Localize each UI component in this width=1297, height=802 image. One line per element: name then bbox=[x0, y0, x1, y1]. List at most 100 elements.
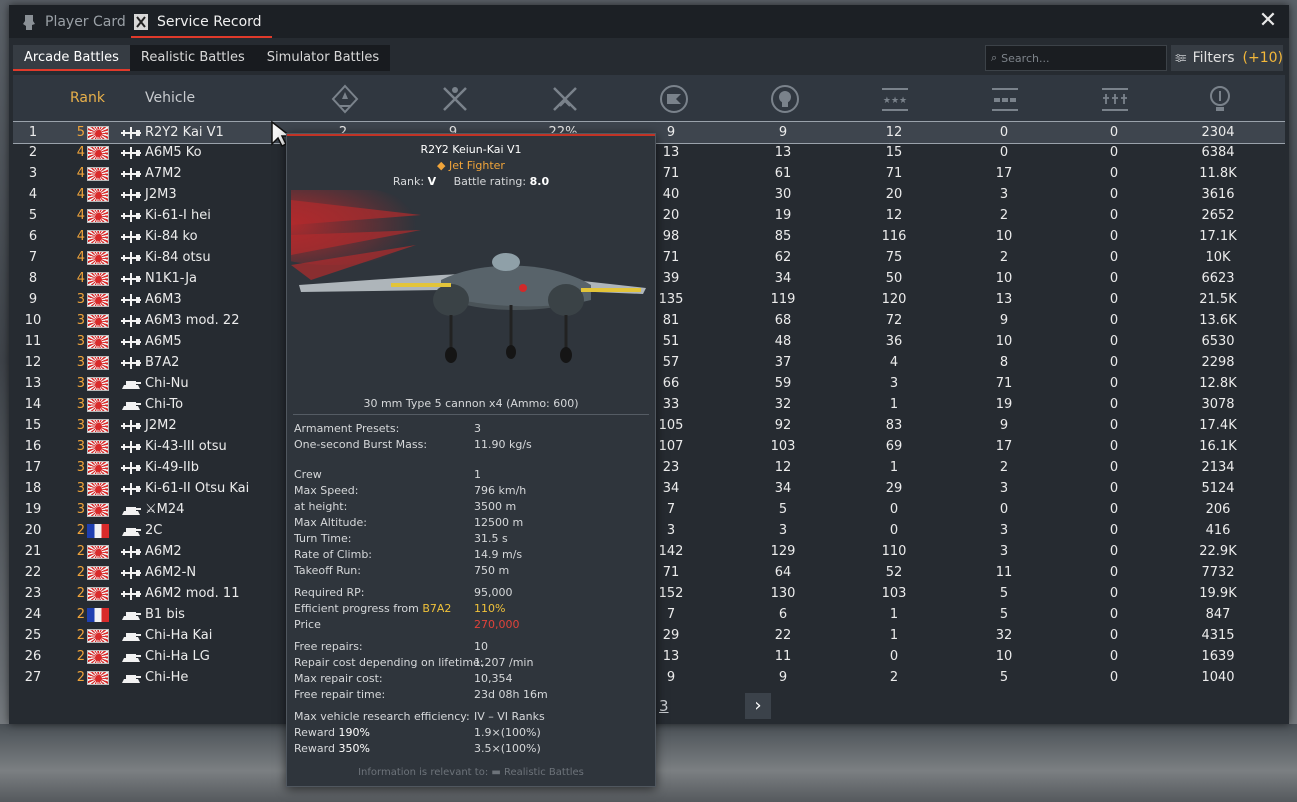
row-stat-6: 15 bbox=[885, 145, 903, 160]
row-index: 4 bbox=[28, 187, 38, 202]
row-stat-6: 3 bbox=[889, 376, 899, 391]
row-stat-8: 0 bbox=[1109, 334, 1119, 349]
row-stat-9: 17.1K bbox=[1199, 229, 1237, 244]
air-kills-icon[interactable]: ★★★ bbox=[880, 84, 910, 114]
aircraft-icon bbox=[120, 566, 142, 580]
row-stat-6: 71 bbox=[885, 166, 903, 181]
japan-flag-icon bbox=[87, 377, 109, 391]
naval-kills-icon[interactable] bbox=[1100, 84, 1130, 114]
row-vehicle-name: Ki-84 ko bbox=[145, 229, 198, 244]
win-rate-icon[interactable] bbox=[550, 84, 580, 114]
tooltip-research-value: 95,000 bbox=[474, 586, 513, 599]
rank-label: Rank: bbox=[392, 175, 425, 188]
row-index: 23 bbox=[24, 586, 42, 601]
row-stat-8: 0 bbox=[1109, 187, 1119, 202]
tab-arcade-battles[interactable]: Arcade Battles bbox=[13, 45, 130, 71]
japan-flag-icon bbox=[87, 251, 109, 265]
filters-button[interactable]: Filters (+10) bbox=[1171, 45, 1283, 71]
row-stat-5: 92 bbox=[774, 418, 792, 433]
japan-flag-icon bbox=[87, 167, 109, 181]
score-icon[interactable] bbox=[1205, 84, 1235, 114]
close-icon[interactable]: ✕ bbox=[1257, 10, 1279, 32]
japan-flag-icon bbox=[87, 293, 109, 307]
column-vehicle[interactable]: Vehicle bbox=[145, 75, 195, 121]
row-stat-8: 0 bbox=[1109, 271, 1119, 286]
row-stat-5: 11 bbox=[774, 649, 792, 664]
row-stat-7: 32 bbox=[995, 628, 1013, 643]
tab-player-card[interactable]: Player Card bbox=[21, 5, 126, 38]
row-stat-6: 120 bbox=[881, 292, 907, 307]
respawns-icon[interactable] bbox=[330, 84, 360, 114]
row-stat-6: 29 bbox=[885, 481, 903, 496]
aircraft-icon bbox=[120, 209, 142, 223]
row-rank: 4 bbox=[76, 271, 85, 286]
tab-realistic-battles[interactable]: Realistic Battles bbox=[129, 45, 256, 71]
tooltip-stat-value: 3500 m bbox=[474, 500, 517, 513]
aircraft-icon bbox=[120, 146, 142, 160]
row-rank: 3 bbox=[76, 292, 85, 307]
row-stat-5: 59 bbox=[774, 376, 792, 391]
tooltip-stat-key: Turn Time: bbox=[294, 532, 352, 545]
tooltip-stat-key: Rate of Climb: bbox=[294, 548, 373, 561]
column-rank[interactable]: Rank bbox=[70, 75, 105, 121]
tooltip-stat-key: One-second Burst Mass: bbox=[294, 438, 428, 451]
row-stat-8: 0 bbox=[1109, 418, 1119, 433]
row-index: 7 bbox=[28, 250, 38, 265]
row-stat-6: 83 bbox=[885, 418, 903, 433]
row-stat-8: 0 bbox=[1109, 355, 1119, 370]
tooltip-stat: Crew 1 bbox=[294, 468, 654, 482]
row-stat-8: 0 bbox=[1109, 586, 1119, 601]
tooltip-repair-key: Free repairs: bbox=[294, 640, 363, 653]
row-vehicle-name: A6M2 mod. 11 bbox=[145, 586, 240, 601]
row-rank: 4 bbox=[76, 250, 85, 265]
japan-flag-icon bbox=[87, 440, 109, 454]
filters-count: (+10) bbox=[1242, 50, 1283, 66]
row-stat-5: 68 bbox=[774, 313, 792, 328]
row-stat-8: 0 bbox=[1109, 229, 1119, 244]
ground-kills-icon[interactable] bbox=[990, 84, 1020, 114]
victories-icon[interactable] bbox=[440, 84, 470, 114]
row-vehicle-name: A7M2 bbox=[145, 166, 182, 181]
row-stat-5: 3 bbox=[778, 523, 788, 538]
row-stat-7: 10 bbox=[995, 649, 1013, 664]
tooltip-vehicle-name: R2Y2 Keiun-Kai V1 bbox=[420, 143, 522, 156]
row-stat-6: 52 bbox=[885, 565, 903, 580]
search-input[interactable]: ⌕ Search... bbox=[985, 45, 1167, 71]
tank-icon bbox=[120, 398, 142, 412]
vehicle-tooltip: R2Y2 Keiun-Kai V1 ◆ Jet Fighter Rank: V … bbox=[286, 133, 656, 787]
title-bar: Player Card Service Record ✕ bbox=[9, 5, 1289, 38]
tab-service-record-label: Service Record bbox=[157, 13, 262, 30]
tooltip-reward: Reward 350% 3.5×(100%) bbox=[294, 742, 654, 756]
tab-simulator-battles[interactable]: Simulator Battles bbox=[255, 45, 391, 71]
row-stat-5: 119 bbox=[770, 292, 796, 307]
row-vehicle-name: Ki-84 otsu bbox=[145, 250, 211, 265]
missions-icon[interactable] bbox=[659, 84, 689, 114]
japan-flag-icon bbox=[87, 188, 109, 202]
tab-service-record[interactable]: Service Record bbox=[131, 5, 272, 38]
tooltip-reward-key: Reward bbox=[294, 726, 335, 739]
row-stat-9: 2298 bbox=[1201, 355, 1235, 370]
japan-flag-icon bbox=[87, 314, 109, 328]
japan-flag-icon bbox=[87, 671, 109, 685]
tank-icon bbox=[120, 377, 142, 391]
tooltip-weapon: 30 mm Type 5 cannon x4 (Ammo: 600) bbox=[363, 397, 579, 410]
tooltip-reward-key-highlight: 350% bbox=[338, 742, 370, 755]
next-page-button[interactable]: › bbox=[745, 693, 771, 719]
page-number[interactable]: 3 bbox=[659, 697, 669, 715]
aircraft-icon bbox=[120, 545, 142, 559]
row-stat-9: 12.8K bbox=[1199, 376, 1237, 391]
japan-flag-icon bbox=[87, 545, 109, 559]
row-vehicle-name: J2M3 bbox=[145, 187, 177, 202]
row-vehicle-name: ⚔M24 bbox=[145, 502, 185, 517]
row-stat-5: 64 bbox=[774, 565, 792, 580]
row-stat-7: 13 bbox=[995, 292, 1013, 307]
row-stat-7: 9 bbox=[999, 313, 1009, 328]
tooltip-stat-value: 750 m bbox=[474, 564, 510, 577]
tank-icon bbox=[120, 629, 142, 643]
row-stat-8: 0 bbox=[1109, 460, 1119, 475]
row-index: 25 bbox=[24, 628, 42, 643]
row-vehicle-name: Chi-He bbox=[145, 670, 189, 685]
row-index: 6 bbox=[28, 229, 38, 244]
deaths-icon[interactable] bbox=[770, 84, 800, 114]
row-stat-8: 0 bbox=[1109, 628, 1119, 643]
